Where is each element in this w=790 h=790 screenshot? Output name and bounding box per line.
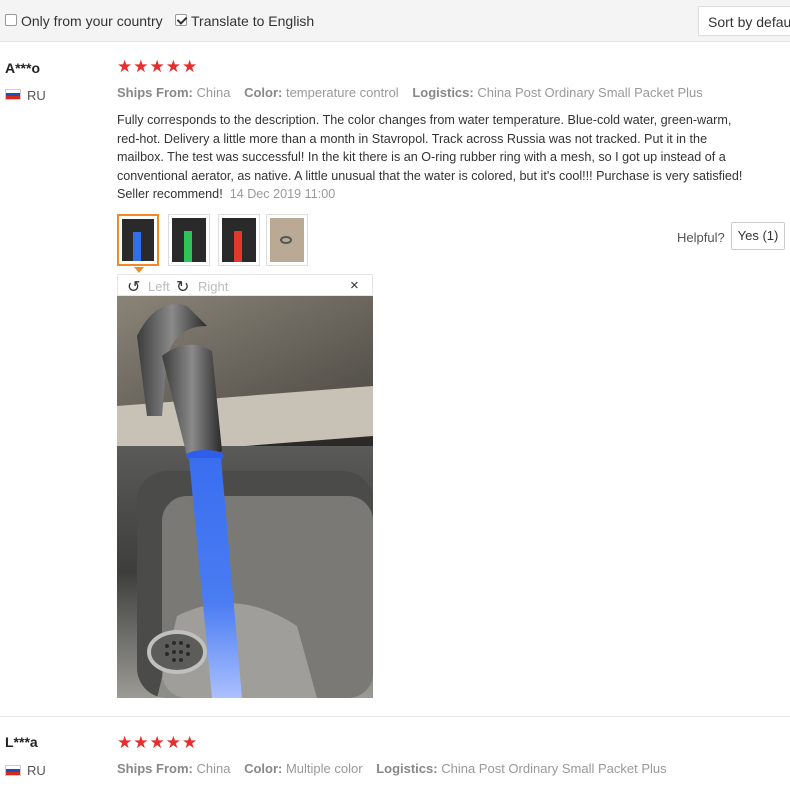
russia-flag-icon xyxy=(5,89,21,100)
review-photo-thumb[interactable] xyxy=(266,214,308,266)
ships-from-value: China xyxy=(196,761,231,776)
star-rating: ★★★★★ xyxy=(117,733,199,752)
rotate-left-icon[interactable]: ↺ xyxy=(127,277,140,297)
faucet-photo xyxy=(117,296,373,698)
review-photo-thumb[interactable] xyxy=(117,214,159,266)
rotate-left-label[interactable]: Left xyxy=(148,279,170,294)
color-value: Multiple color xyxy=(285,761,363,776)
reviewer-name: A***o xyxy=(5,60,41,76)
review-body: Fully corresponds to the description. Th… xyxy=(117,113,743,201)
translate-label[interactable]: Translate to English xyxy=(191,13,314,29)
review-photo-large xyxy=(117,296,373,698)
review-date: 14 Dec 2019 11:00 xyxy=(229,187,336,201)
logistics-label: Logistics: xyxy=(376,761,438,776)
only-country-checkbox[interactable] xyxy=(5,14,17,26)
image-viewer-toolbar: ↺ Left ↻ Right × xyxy=(117,274,373,296)
filter-bar: Only from your country Translate to Engl… xyxy=(0,0,790,42)
reviewer-name: L***a xyxy=(5,734,38,750)
translate-checkbox[interactable] xyxy=(175,14,187,26)
review-photo-thumb[interactable] xyxy=(218,214,260,266)
ships-from-value: China xyxy=(196,85,231,100)
close-icon[interactable]: × xyxy=(350,277,359,294)
logistics-value: China Post Ordinary Small Packet Plus xyxy=(477,85,703,100)
reviewer-country: RU xyxy=(27,88,46,103)
review-divider xyxy=(0,716,790,717)
rotate-right-icon[interactable]: ↻ xyxy=(176,277,189,297)
helpful-label: Helpful? xyxy=(677,230,725,245)
color-value: temperature control xyxy=(285,85,399,100)
russia-flag-icon xyxy=(5,765,21,776)
rotate-right-label[interactable]: Right xyxy=(198,279,228,294)
active-thumb-caret xyxy=(134,267,144,273)
logistics-value: China Post Ordinary Small Packet Plus xyxy=(441,761,667,776)
review-meta: Ships From: China Color: temperature con… xyxy=(117,85,713,100)
review-photo-thumb[interactable] xyxy=(168,214,210,266)
color-label: Color: xyxy=(244,85,283,100)
review-text: Fully corresponds to the description. Th… xyxy=(117,111,747,204)
helpful-yes-button[interactable]: Yes (1) xyxy=(731,222,785,250)
reviewer-country: RU xyxy=(27,763,46,778)
sort-dropdown[interactable]: Sort by default xyxy=(698,6,790,36)
logistics-label: Logistics: xyxy=(412,85,474,100)
star-rating: ★★★★★ xyxy=(117,57,199,76)
color-label: Color: xyxy=(244,761,283,776)
review-meta: Ships From: China Color: Multiple color … xyxy=(117,761,677,776)
ships-from-label: Ships From: xyxy=(117,85,193,100)
ships-from-label: Ships From: xyxy=(117,761,193,776)
only-country-label[interactable]: Only from your country xyxy=(21,13,163,29)
